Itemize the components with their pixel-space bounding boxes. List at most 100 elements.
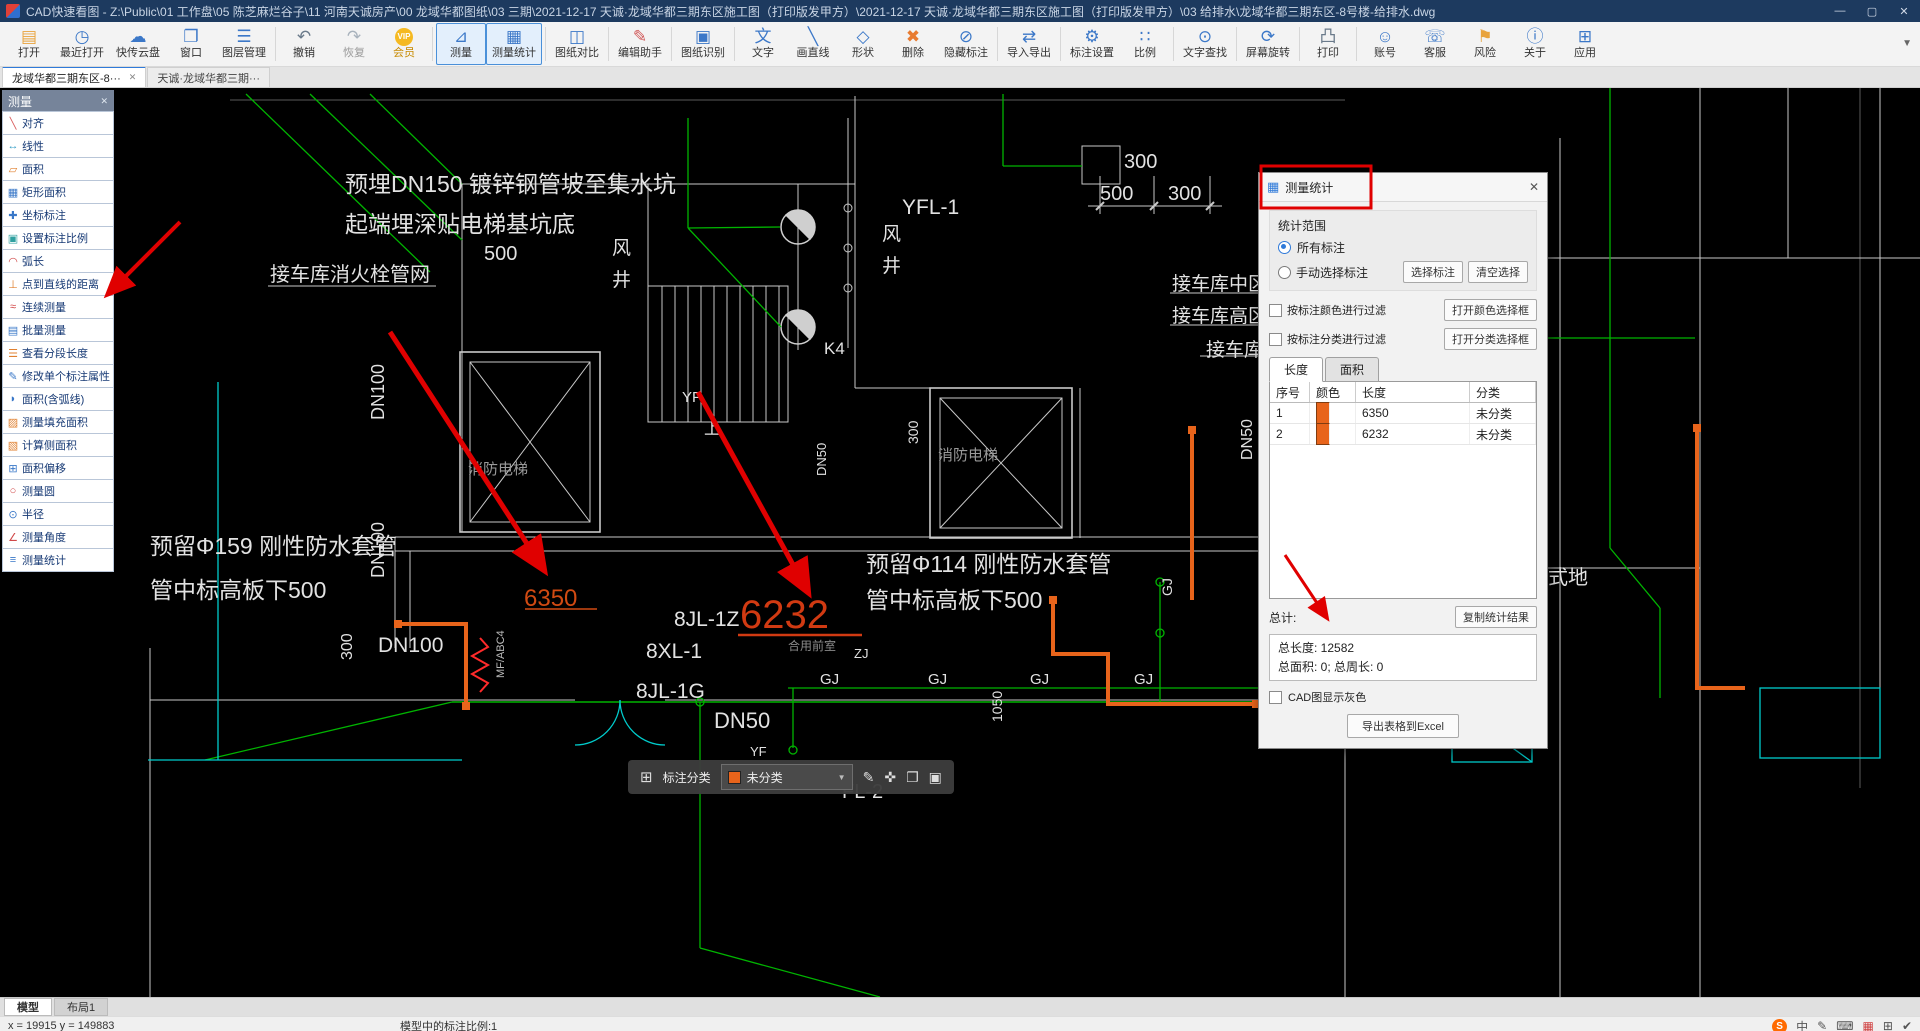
measure-tool-fill-area[interactable]: ▨ 测量填充面积 [2,410,114,434]
open-color-picker-button[interactable]: 打开颜色选择框 [1444,299,1537,321]
measure-tool-align[interactable]: ╲ 对齐 [2,111,114,135]
measure-tool-coordinate[interactable]: ✚ 坐标标注 [2,203,114,227]
svg-text:起端埋深贴电梯基坑底: 起端埋深贴电梯基坑底 [345,211,575,237]
measure-tool-set-scale[interactable]: ▣ 设置标注比例 [2,226,114,250]
table-row[interactable]: 1 6350 未分类 [1270,402,1536,424]
shape-button[interactable]: ◇ 形状 [838,23,888,65]
account-button[interactable]: ☺ 账号 [1360,23,1410,65]
minimize-button[interactable]: — [1824,0,1856,22]
undo-button[interactable]: ↶ 撤销 [279,23,329,65]
tab-area[interactable]: 面积 [1325,357,1380,382]
measure-tool-rect-area[interactable]: ▦ 矩形面积 [2,180,114,204]
input-method-logo-icon[interactable]: S [1772,1018,1788,1031]
svg-text:8JL-1G: 8JL-1G [636,680,705,703]
svg-text:DN50: DN50 [714,708,770,733]
measure-tool-batch[interactable]: ▤ 批量测量 [2,318,114,342]
close-button[interactable]: ✕ [1888,0,1920,22]
tab-layout1[interactable]: 布局1 [54,998,109,1016]
measure-panel-header[interactable]: 测量 ✕ [2,90,114,112]
open-category-picker-button[interactable]: 打开分类选择框 [1444,328,1537,350]
apps-grid-icon[interactable]: ⊞ [1883,1019,1893,1031]
measure-tool-statistics[interactable]: ≡ 测量统计 [2,548,114,572]
open-button[interactable]: ▤ 打开 [4,23,54,65]
svg-text:300: 300 [905,420,921,444]
apps-button[interactable]: ⊞ 应用 [1560,23,1610,65]
select-annotation-button[interactable]: 选择标注 [1403,261,1463,283]
edit-icon[interactable]: ✎ [863,769,875,786]
maximize-button[interactable]: ▢ [1856,0,1888,22]
screen-rotate-button[interactable]: ⟳ 屏幕旋转 [1240,23,1296,65]
settings-icon: ⚙ [1084,27,1100,46]
handwriting-icon[interactable]: ✎ [1817,1019,1827,1031]
text-button[interactable]: 文文字 [738,23,788,65]
delete-button[interactable]: ✖ 删除 [888,23,938,65]
measure-tool-continuous[interactable]: ≈ 连续测量 [2,295,114,319]
hide-annotation-button[interactable]: ⊘ 隐藏标注 [938,23,994,65]
check-icon[interactable]: ✔ [1902,1019,1912,1031]
edit-assistant-button[interactable]: ✎ 编辑助手 [612,23,668,65]
toolbar-collapse-icon[interactable]: ▼ [1902,38,1912,49]
measure-tool-area-offset[interactable]: ⊞ 面积偏移 [2,456,114,480]
category-dropdown[interactable]: 未分类 ▼ [720,764,853,790]
table-row[interactable]: 2 6232 未分类 [1270,423,1536,445]
annotation-settings-button[interactable]: ⚙ 标注设置 [1064,23,1120,65]
measure-tool-segment-length[interactable]: ☰ 查看分段长度 [2,341,114,365]
copy-icon[interactable]: ❐ [906,769,919,786]
measure-tool-side-area[interactable]: ▧ 计算侧面积 [2,433,114,457]
keyboard-icon[interactable]: ⌨ [1836,1019,1853,1031]
close-icon[interactable]: ✕ [1529,180,1539,194]
drawing-tab-active[interactable]: 龙域华都三期东区-8··· ✕ [2,66,147,87]
measure-tool-point-to-line[interactable]: ⊥ 点到直线的距离 [2,272,114,296]
svg-text:8JL-1Z: 8JL-1Z [674,608,740,631]
filter-by-category-checkbox[interactable]: 按标注分类进行过滤 [1269,331,1386,347]
import-export-button[interactable]: ⇄ 导入导出 [1001,23,1057,65]
radio-all-annotations[interactable]: 所有标注 [1278,239,1528,256]
measure-stats-button[interactable]: ▦ 测量统计 [486,23,542,65]
svg-text:K4: K4 [824,339,845,358]
vip-member-button[interactable]: VIP 会员 [379,23,429,65]
row-number: 2 [1270,424,1310,444]
tab-length[interactable]: 长度 [1269,357,1324,382]
drawing-compare-button[interactable]: ◫ 图纸对比 [549,23,605,65]
measure-tool-radius[interactable]: ⊙ 半径 [2,502,114,526]
tab-close-icon[interactable]: ✕ [129,72,137,83]
gray-display-checkbox[interactable]: CAD图显示灰色 [1269,689,1537,705]
cloud-drive-button[interactable]: ☁ 快传云盘 [110,23,166,65]
about-button[interactable]: ⓘ 关于 [1510,23,1560,65]
tab-model[interactable]: 模型 [4,998,52,1016]
copy-stats-button[interactable]: 复制统计结果 [1455,606,1537,628]
print-button[interactable]: 凸打印 [1303,23,1353,65]
export-excel-button[interactable]: 导出表格到Excel [1347,714,1459,739]
measure-button[interactable]: ⊿ 测量 [436,23,486,65]
drawing-recognition-button[interactable]: ▣ 图纸识别 [675,23,731,65]
radio-manual-select[interactable]: 手动选择标注 [1278,264,1398,281]
collect-icon[interactable]: ▣ [929,769,942,786]
measure-tool-area[interactable]: ▱ 面积 [2,157,114,181]
cad-canvas[interactable]: 预埋DN150 镀锌钢管坡至集水坑 起端埋深贴电梯基坑底 500 接车库消火栓管… [0,88,1920,997]
toolbox-icon[interactable]: ▦ [1863,1019,1874,1031]
measure-tool-circle[interactable]: ○ 测量圆 [2,479,114,503]
redo-button[interactable]: ↷ 恢复 [329,23,379,65]
scale-button[interactable]: ∷ 比例 [1120,23,1170,65]
measure-tool-edit-annotation[interactable]: ✎ 修改单个标注属性 [2,364,114,388]
measure-tool-linear[interactable]: ↔ 线性 [2,134,114,158]
draw-line-button[interactable]: ╲ 画直线 [788,23,838,65]
risk-button[interactable]: ⚑ 风险 [1460,23,1510,65]
close-icon[interactable]: ✕ [100,96,108,107]
ime-chinese-icon[interactable]: 中 [1796,1018,1808,1031]
text-search-button[interactable]: ⊙ 文字查找 [1177,23,1233,65]
measure-tool-angle[interactable]: ∠ 测量角度 [2,525,114,549]
stats-panel-header[interactable]: ▦ 测量统计 ✕ [1259,173,1547,202]
measure-tool-arc-length[interactable]: ◠ 弧长 [2,249,114,273]
grid-icon[interactable]: ⊞ [640,768,653,786]
recent-open-button[interactable]: ◷ 最近打开 [54,23,110,65]
filter-by-color-checkbox[interactable]: 按标注颜色进行过滤 [1269,302,1386,318]
clear-selection-button[interactable]: 清空选择 [1468,261,1528,283]
tool-label: 修改单个标注属性 [22,371,110,383]
window-button[interactable]: ❐ 窗口 [166,23,216,65]
drawing-tab[interactable]: 天诚·龙域华都三期··· [147,67,270,87]
move-icon[interactable]: ✜ [884,769,896,786]
measure-tool-area-with-arc[interactable]: ◗ 面积(含弧线) [2,387,114,411]
layer-manager-button[interactable]: ☰ 图层管理 [216,23,272,65]
support-button[interactable]: ☏ 客服 [1410,23,1460,65]
